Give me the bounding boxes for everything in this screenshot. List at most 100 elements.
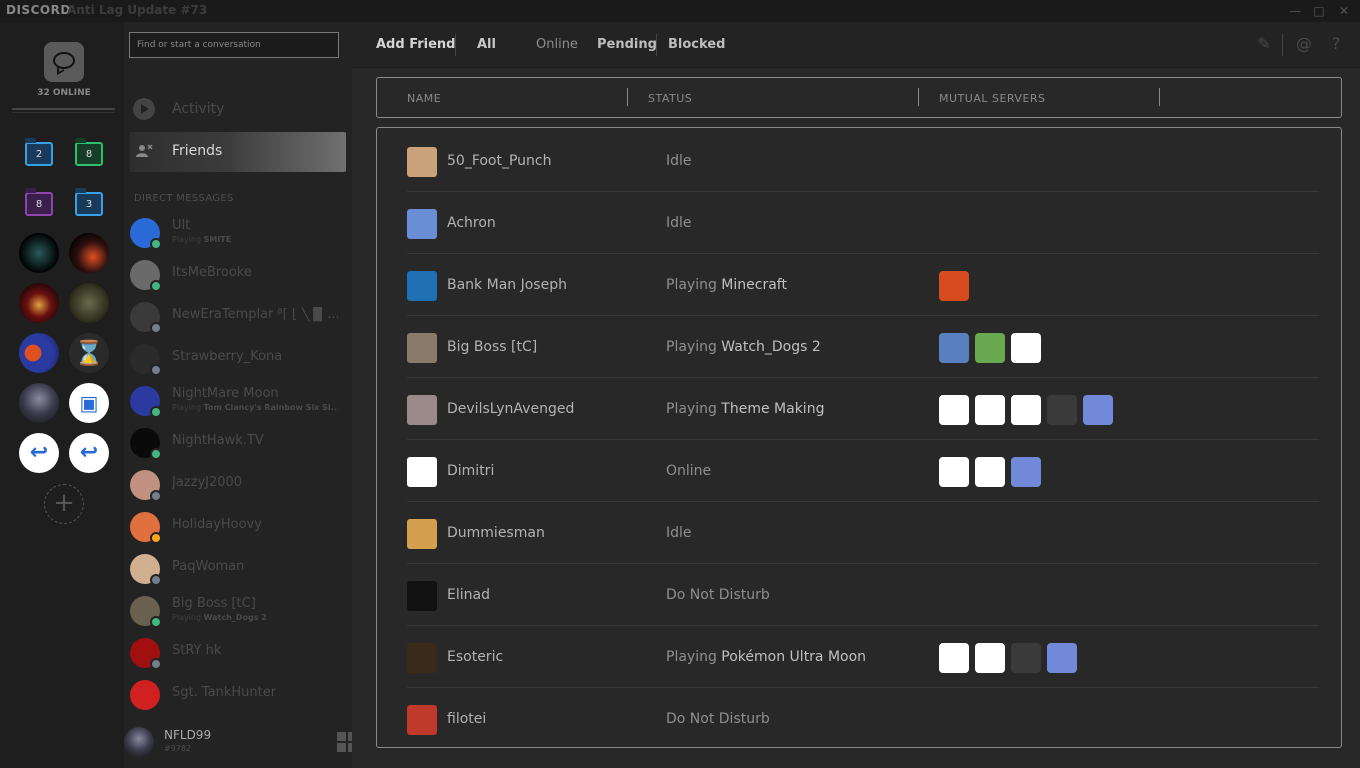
- status-indicator: [150, 658, 162, 670]
- friend-row[interactable]: Big Boss [tC] Playing Watch_Dogs 2: [407, 316, 1319, 378]
- nav-friends[interactable]: Friends: [130, 132, 346, 172]
- friends-table-header: NAME STATUS MUTUAL SERVERS: [376, 77, 1342, 118]
- column-divider: [918, 88, 919, 106]
- friend-status: Idle: [666, 153, 692, 169]
- hourglass-server-icon[interactable]: ⌛: [69, 333, 109, 373]
- friend-name: filotei: [447, 711, 487, 727]
- home-button[interactable]: [44, 42, 84, 82]
- mutual-server-icon[interactable]: [1011, 457, 1041, 487]
- friend-row[interactable]: Dimitri Online: [407, 440, 1319, 502]
- friend-row[interactable]: Esoteric Playing Pokémon Ultra Moon: [407, 626, 1319, 688]
- tab-add-friend[interactable]: Add Friend: [376, 37, 456, 52]
- mutual-server-icon[interactable]: [939, 395, 969, 425]
- server-icon[interactable]: [19, 283, 59, 323]
- server-icon[interactable]: [19, 333, 59, 373]
- mutual-server-icon[interactable]: [1011, 643, 1041, 673]
- dm-item[interactable]: PaqWoman: [130, 550, 346, 592]
- friend-row[interactable]: Bank Man Joseph Playing Minecraft: [407, 254, 1319, 316]
- dm-item[interactable]: NightMare Moon Playing Tom Clancy's Rainb…: [130, 382, 346, 424]
- mutual-server-icon[interactable]: [975, 395, 1005, 425]
- close-icon[interactable]: ✕: [1334, 2, 1354, 20]
- dm-search-input[interactable]: [129, 32, 339, 58]
- mutual-server-icon[interactable]: [1047, 395, 1077, 425]
- avatar: [407, 271, 437, 301]
- avatar: [407, 457, 437, 487]
- status-game: Watch_Dogs 2: [721, 339, 821, 355]
- mutual-server-icon[interactable]: [975, 333, 1005, 363]
- friend-name: Big Boss [tC]: [447, 339, 538, 355]
- column-header-mutual-servers[interactable]: MUTUAL SERVERS: [939, 92, 1046, 105]
- mutual-server-icon[interactable]: [1011, 333, 1041, 363]
- server-folder[interactable]: 8: [75, 138, 103, 166]
- friend-status: Playing Watch_Dogs 2: [666, 339, 821, 355]
- friend-row[interactable]: 50_Foot_Punch Idle: [407, 130, 1319, 192]
- dm-item[interactable]: Sgt. TankHunter: [130, 676, 346, 718]
- help-icon[interactable]: ?: [1327, 35, 1345, 53]
- server-folder[interactable]: 2: [25, 138, 53, 166]
- dm-item[interactable]: Ult Playing SMITE: [130, 214, 346, 256]
- server-folder[interactable]: 8: [25, 188, 53, 216]
- dm-item[interactable]: JazzyJ2000: [130, 466, 346, 508]
- mutual-server-icon[interactable]: [939, 457, 969, 487]
- mutual-server-icon[interactable]: [1083, 395, 1113, 425]
- mutual-server-icon[interactable]: [975, 643, 1005, 673]
- avatar: [407, 333, 437, 363]
- server-icon[interactable]: [69, 233, 109, 273]
- dm-item[interactable]: NewEraTemplar ᵝ⌈ ⌊ ╲ ▉ ...: [130, 298, 346, 340]
- dm-name: PaqWoman: [172, 559, 245, 574]
- dm-item[interactable]: NightHawk.TV: [130, 424, 346, 466]
- dm-item[interactable]: Strawberry_Kona: [130, 340, 346, 382]
- friend-row[interactable]: DevilsLynAvenged Playing Theme Making: [407, 378, 1319, 440]
- column-header-name[interactable]: NAME: [407, 92, 441, 105]
- status-text: Online: [666, 463, 712, 479]
- mutual-server-icon[interactable]: [975, 457, 1005, 487]
- mutual-server-icon[interactable]: [939, 333, 969, 363]
- column-header-status[interactable]: STATUS: [648, 92, 692, 105]
- maximize-icon[interactable]: □: [1309, 2, 1329, 20]
- status-indicator: [150, 490, 162, 502]
- dm-item[interactable]: ItsMeBrooke: [130, 256, 346, 298]
- tab-online[interactable]: Online: [536, 37, 578, 52]
- status-text: Do Not Disturb: [666, 711, 770, 727]
- plus-icon[interactable]: +: [44, 484, 84, 524]
- dm-name: NewEraTemplar ᵝ⌈ ⌊ ╲ ▉ ...: [172, 307, 338, 322]
- status-text: Playing: [666, 401, 722, 417]
- dm-activity: Playing SMITE: [172, 235, 231, 244]
- server-icon[interactable]: [19, 383, 59, 423]
- mutual-server-icon[interactable]: [939, 643, 969, 673]
- server-icon[interactable]: [19, 233, 59, 273]
- friend-row[interactable]: Dummiesman Idle: [407, 502, 1319, 564]
- friend-row[interactable]: Elinad Do Not Disturb: [407, 564, 1319, 626]
- dm-item[interactable]: HolidayHoovy: [130, 508, 346, 550]
- friend-row[interactable]: filotei Do Not Disturb: [407, 688, 1319, 747]
- server-icon[interactable]: ▣: [69, 383, 109, 423]
- server-icon[interactable]: ↩: [69, 433, 109, 473]
- dm-item[interactable]: Big Boss [tC] Playing Watch_Dogs 2: [130, 592, 346, 634]
- tab-pending[interactable]: Pending: [597, 37, 657, 52]
- online-count: 32 ONLINE: [37, 88, 91, 98]
- tab-divider: [1282, 34, 1283, 56]
- minimize-icon[interactable]: —: [1285, 2, 1305, 20]
- avatar[interactable]: [124, 727, 154, 757]
- dm-item[interactable]: StRY hk: [130, 634, 346, 676]
- friend-name: Dimitri: [447, 463, 495, 479]
- status-indicator: [150, 574, 162, 586]
- new-group-icon[interactable]: ✎: [1255, 35, 1273, 53]
- mutual-server-icon[interactable]: [1011, 395, 1041, 425]
- server-icon[interactable]: [69, 283, 109, 323]
- server-folder[interactable]: 3: [75, 188, 103, 216]
- mutual-server-icon[interactable]: [1047, 643, 1077, 673]
- tab-all[interactable]: All: [477, 37, 496, 52]
- rail-divider: [12, 108, 115, 110]
- friend-name: Esoteric: [447, 649, 504, 665]
- mention-icon[interactable]: @: [1295, 35, 1313, 53]
- friend-row[interactable]: Achron Idle: [407, 192, 1319, 254]
- nav-activity[interactable]: Activity: [130, 90, 346, 130]
- title-bar: DISCORD Anti Lag Update #73 — □ ✕: [0, 0, 1360, 22]
- dm-activity: Playing Watch_Dogs 2: [172, 613, 267, 622]
- status-indicator: [150, 616, 162, 628]
- server-icon[interactable]: ↩: [19, 433, 59, 473]
- folder-count: 8: [35, 199, 43, 210]
- tab-blocked[interactable]: Blocked: [668, 37, 725, 52]
- mutual-server-icon[interactable]: [939, 271, 969, 301]
